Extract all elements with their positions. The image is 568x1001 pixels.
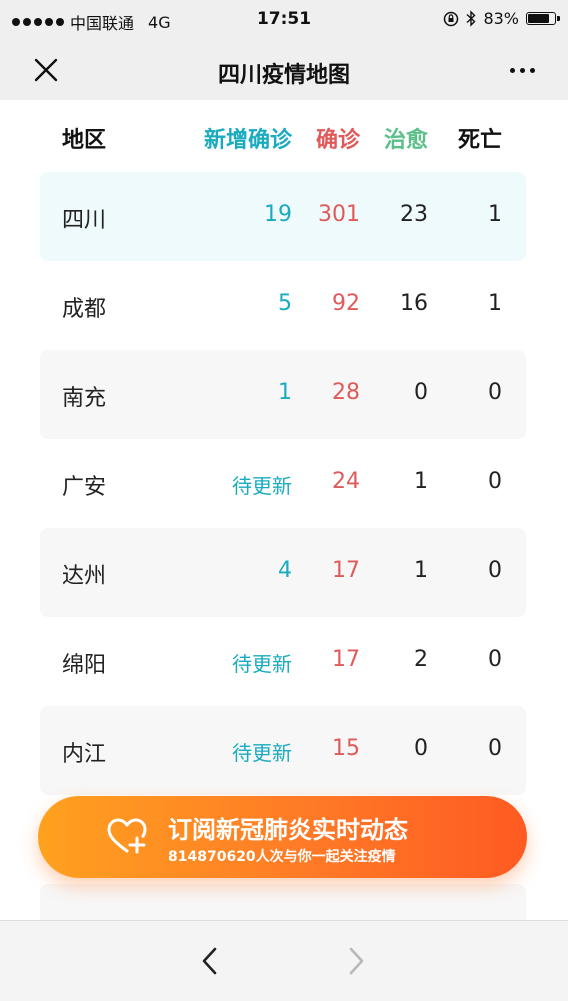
region-name: 内江: [62, 742, 107, 767]
table-row[interactable]: 南充 1 28 0 0: [40, 350, 526, 439]
confirmed-count: 17: [332, 558, 360, 583]
death-count: 0: [488, 736, 502, 761]
table-row[interactable]: 广安 待更新 24 1 0: [40, 439, 526, 528]
death-count: 1: [488, 291, 502, 316]
new-confirmed-count: 19: [264, 202, 292, 227]
cured-count: 1: [414, 558, 428, 583]
death-count: 0: [488, 469, 502, 494]
battery-icon: [526, 12, 560, 25]
status-bar: 中国联通 4G 17:51 83%: [0, 0, 568, 40]
confirmed-count: 17: [332, 647, 360, 672]
cured-count: 1: [414, 469, 428, 494]
new-confirmed-count: 5: [278, 291, 292, 316]
page-title: 四川疫情地图: [217, 63, 350, 88]
bottom-nav-bar: [0, 920, 568, 1001]
table-row[interactable]: 内江 待更新 15 0 0: [40, 706, 526, 795]
cured-count: 0: [414, 380, 428, 405]
bluetooth-icon: [466, 10, 476, 27]
status-right: 83%: [443, 9, 560, 28]
death-count: 1: [488, 202, 502, 227]
cured-count: 16: [400, 291, 428, 316]
confirmed-count: 15: [332, 736, 360, 761]
new-confirmed-count: 待更新: [232, 652, 292, 676]
death-count: 0: [488, 380, 502, 405]
confirmed-count: 301: [318, 202, 360, 227]
region-name: 达州: [62, 564, 107, 589]
cured-count: 23: [400, 202, 428, 227]
region-name: 广安: [62, 475, 107, 500]
new-confirmed-count: 1: [278, 380, 292, 405]
heart-plus-icon: [107, 818, 147, 854]
new-confirmed-count: 待更新: [232, 474, 292, 498]
more-icon[interactable]: [506, 58, 538, 82]
subscribe-button[interactable]: 订阅新冠肺炎实时动态 814870620人次与你一起关注疫情: [38, 796, 527, 878]
header-deaths: 死亡: [457, 128, 502, 153]
nav-bar: 四川疫情地图: [0, 40, 568, 100]
confirmed-count: 24: [332, 469, 360, 494]
chevron-right-icon[interactable]: [342, 943, 370, 979]
region-name: 绵阳: [62, 653, 107, 678]
table-row[interactable]: 达州 4 17 1 0: [40, 528, 526, 617]
region-name: 南充: [62, 386, 107, 411]
death-count: 0: [488, 558, 502, 583]
header-cured: 治愈: [383, 128, 428, 153]
table-header: 地区 新增确诊 确诊 治愈 死亡: [40, 100, 526, 172]
confirmed-count: 92: [332, 291, 360, 316]
header-new-confirmed: 新增确诊: [203, 128, 292, 153]
chevron-left-icon[interactable]: [196, 943, 224, 979]
region-table: 四川 19 301 23 1 成都 5 92 16 1 南充 1 28 0 0 …: [40, 172, 526, 795]
new-confirmed-count: 4: [278, 558, 292, 583]
battery-fill: [528, 14, 549, 23]
region-name: 成都: [62, 297, 107, 322]
table-row[interactable]: 成都 5 92 16 1: [40, 261, 526, 350]
header-region: 地区: [62, 128, 107, 153]
orientation-lock-icon: [444, 11, 459, 26]
table-row[interactable]: 绵阳 待更新 17 2 0: [40, 617, 526, 706]
table-row-partial: [40, 884, 526, 924]
table-row[interactable]: 四川 19 301 23 1: [40, 172, 526, 261]
death-count: 0: [488, 647, 502, 672]
cured-count: 0: [414, 736, 428, 761]
subscribe-title: 订阅新冠肺炎实时动态: [168, 816, 408, 844]
battery-percent: 83%: [483, 9, 519, 28]
new-confirmed-count: 待更新: [232, 741, 292, 765]
confirmed-count: 28: [332, 380, 360, 405]
header-confirmed: 确诊: [315, 128, 360, 153]
subscribe-subtitle: 814870620人次与你一起关注疫情: [168, 849, 396, 865]
cured-count: 2: [414, 647, 428, 672]
region-name: 四川: [62, 208, 107, 233]
